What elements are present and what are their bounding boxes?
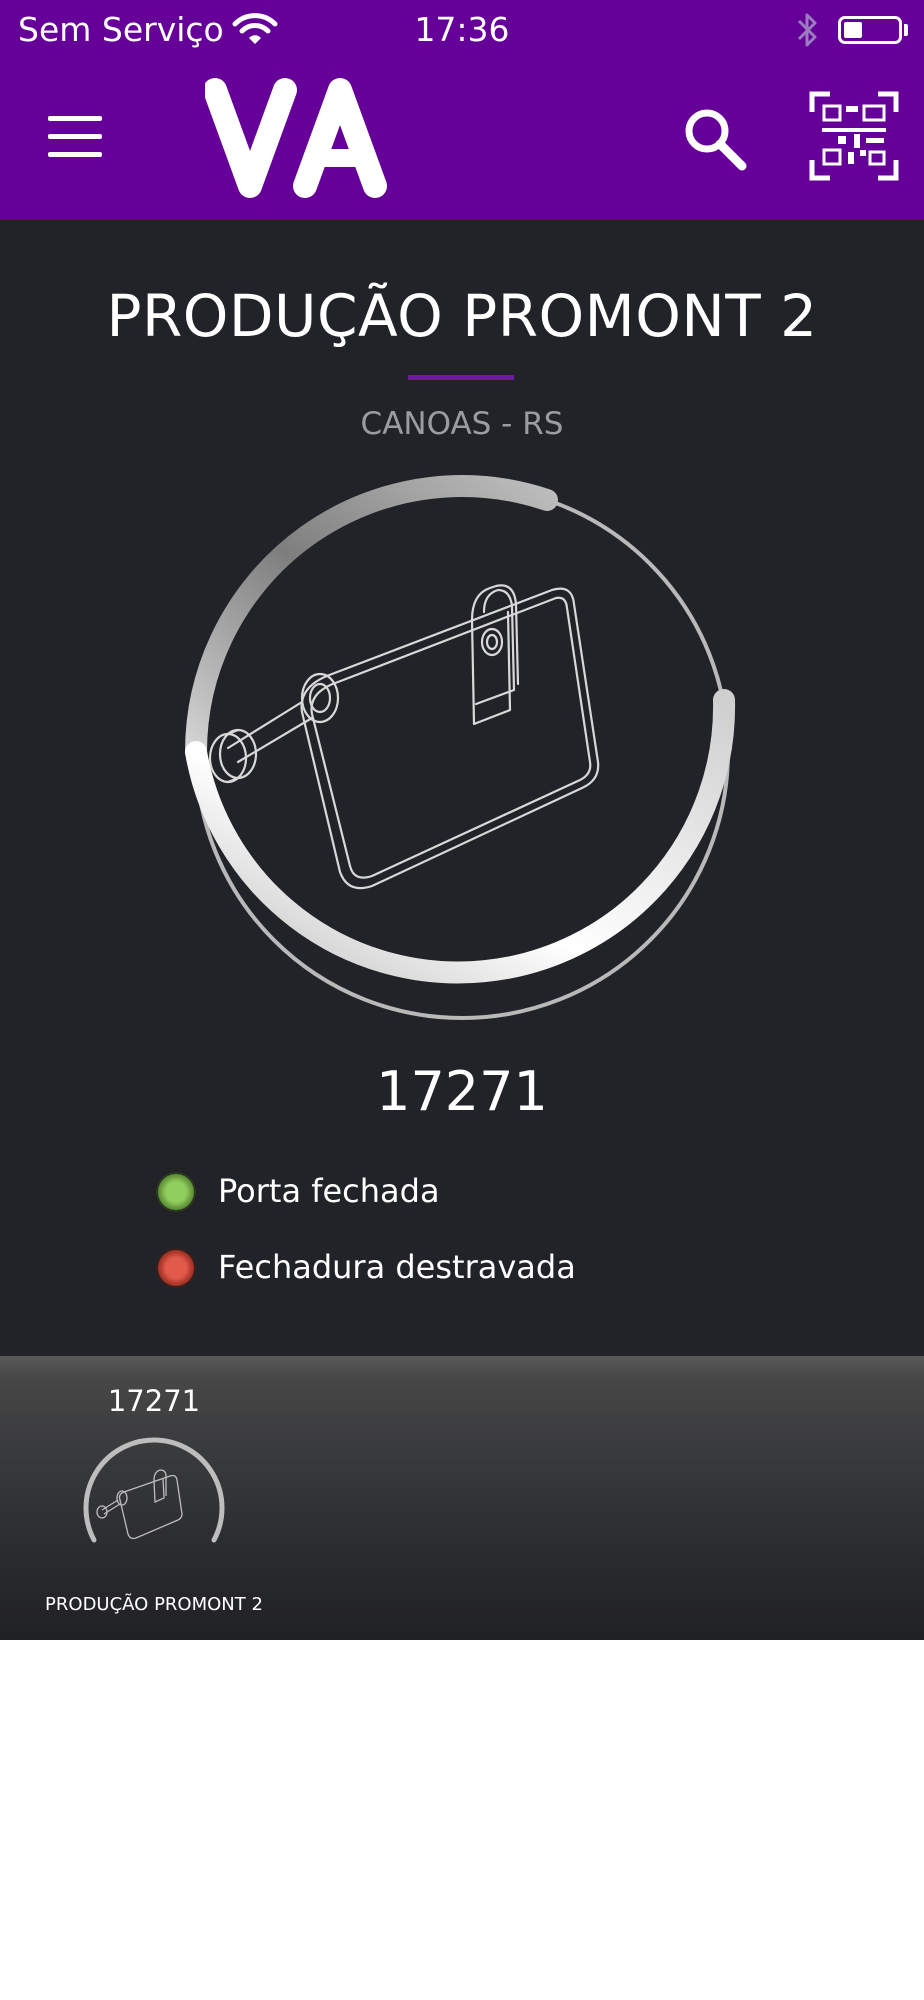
padlock-icon [208, 584, 600, 890]
lock-detail-panel: PRODUÇÃO PROMONT 2 CANOAS - RS 17271 Por… [0, 220, 924, 1360]
lock-title: PRODUÇÃO PROMONT 2 [106, 282, 818, 350]
dock-item-id: 17271 [107, 1384, 201, 1418]
app-header [0, 60, 924, 220]
lock-status-ring[interactable] [172, 462, 752, 1042]
status-bar: Sem Serviço 17:36 [0, 0, 924, 60]
lock-location: CANOAS - RS [360, 406, 564, 442]
lock-dock: 17271 PRODUÇÃO PROMONT 2 [0, 1356, 924, 1640]
clock: 17:36 [414, 10, 510, 49]
dock-item-name: PRODUÇÃO PROMONT 2 [45, 1594, 263, 1615]
status-indicator-red [158, 1250, 194, 1286]
lock-id: 17271 [376, 1060, 548, 1123]
title-divider [408, 375, 514, 380]
status-indicator-green [158, 1174, 194, 1210]
brand-logo [205, 78, 387, 198]
battery-tip [904, 24, 908, 36]
qr-code-icon[interactable] [808, 90, 900, 182]
battery-icon [838, 16, 902, 44]
bluetooth-icon [797, 13, 817, 47]
status-label: Fechadura destravada [218, 1248, 576, 1286]
dock-lock-icon [83, 1437, 225, 1543]
status-label: Porta fechada [218, 1172, 440, 1210]
search-icon[interactable] [680, 104, 750, 174]
dock-lock-item[interactable]: 17271 PRODUÇÃO PROMONT 2 [30, 1384, 278, 1624]
menu-icon[interactable] [48, 116, 106, 158]
